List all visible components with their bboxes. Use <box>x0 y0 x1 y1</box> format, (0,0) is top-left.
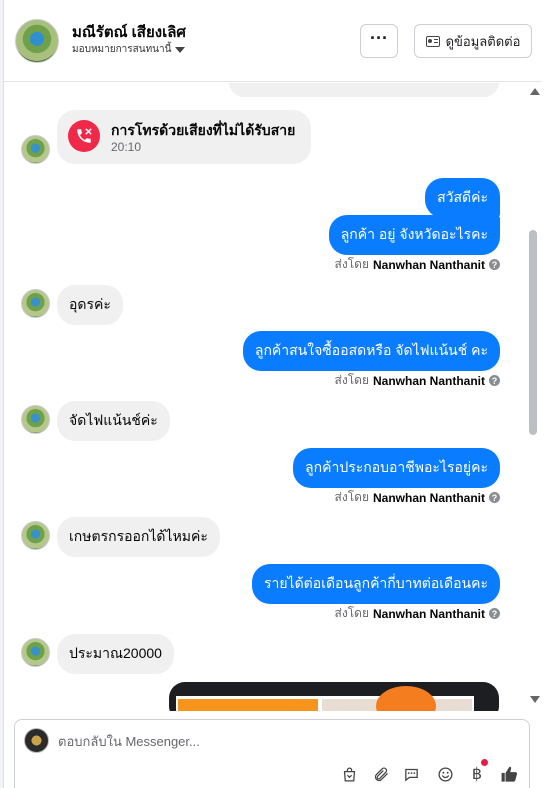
conversation-header: มณีรัตณ์ เสียงเลิศ มอบหมายการสนทนานี้ ··… <box>4 0 542 82</box>
assign-label: มอบหมายการสนทนานี้ <box>72 44 172 55</box>
outgoing-message[interactable]: ลูกค้าประกอบอาชีพอะไรอยู่คะ <box>293 448 500 488</box>
contact-avatar[interactable] <box>15 19 59 63</box>
chat-bubble-icon[interactable] <box>401 764 421 784</box>
contact-avatar-small[interactable] <box>21 521 50 550</box>
more-options-button[interactable]: ··· <box>360 24 398 58</box>
baht-glyph: ฿ <box>471 766 483 783</box>
missed-call-title: การโทรด้วยเสียงที่ไม่ได้รับสาย <box>111 122 296 138</box>
assign-conversation-dropdown[interactable]: มอบหมายการสนทนานี้ <box>72 42 186 57</box>
like-icon[interactable] <box>499 764 519 784</box>
sent-by-name[interactable]: Nanwhan Nanthanit <box>373 374 485 388</box>
incoming-message[interactable]: เกษตรกรออกได้ไหมค่ะ <box>57 517 220 557</box>
sent-by-prefix: ส่งโดย <box>334 373 369 387</box>
reply-composer: ฿ <box>14 719 530 788</box>
contact-avatar-small[interactable] <box>21 638 50 667</box>
reply-input[interactable] <box>58 734 358 749</box>
sent-by-prefix: ส่งโดย <box>334 606 369 620</box>
page-avatar <box>24 728 49 753</box>
contact-card-icon <box>425 35 440 47</box>
missed-call-time: 20:10 <box>111 140 142 154</box>
outgoing-message[interactable]: สวัสดีค่ะ <box>425 178 500 218</box>
sent-by-prefix: ส่งโดย <box>334 257 369 271</box>
message-thread: การโทรด้วยเสียงที่ไม่ได้รับสาย 20:10 สวั… <box>4 83 528 711</box>
scroll-up-arrow-icon[interactable] <box>530 88 540 95</box>
more-label: ··· <box>370 28 388 48</box>
view-contact-button[interactable]: ดูข้อมูลติดต่อ <box>414 24 532 58</box>
attachment-orange-panel <box>178 699 318 711</box>
contact-avatar-small[interactable] <box>21 135 50 164</box>
contact-avatar-small[interactable] <box>21 405 50 434</box>
notification-dot <box>481 759 488 766</box>
sent-by-line: ส่งโดย Nanwhan Nanthanit ? <box>335 488 500 507</box>
missed-call-card[interactable]: การโทรด้วยเสียงที่ไม่ได้รับสาย 20:10 <box>57 110 311 164</box>
emoji-icon[interactable] <box>435 764 455 784</box>
view-contact-label: ดูข้อมูลติดต่อ <box>445 33 521 49</box>
image-attachment[interactable] <box>169 682 499 711</box>
info-icon[interactable]: ? <box>489 375 500 386</box>
shopping-bag-icon[interactable] <box>339 764 359 784</box>
info-icon[interactable]: ? <box>489 608 500 619</box>
scroll-down-arrow-icon[interactable] <box>530 696 540 703</box>
caret-down-icon <box>175 47 186 53</box>
sent-by-name[interactable]: Nanwhan Nanthanit <box>373 491 485 505</box>
incoming-message[interactable]: ประมาณ20000 <box>57 634 174 674</box>
sent-by-name[interactable]: Nanwhan Nanthanit <box>373 607 485 621</box>
outgoing-message[interactable]: ลูกค้าสนใจซื้ออสดหรือ จัดไฟแน้นช์ คะ <box>242 331 500 371</box>
attachment-shape <box>376 686 436 711</box>
missed-call-icon <box>68 120 100 152</box>
incoming-message[interactable]: อุดรค่ะ <box>57 285 123 325</box>
sent-by-line: ส่งโดย Nanwhan Nanthanit ? <box>335 371 500 390</box>
incoming-message[interactable]: จัดไฟแน้นช์ค่ะ <box>57 401 170 441</box>
sent-by-prefix: ส่งโดย <box>334 490 369 504</box>
sent-by-name[interactable]: Nanwhan Nanthanit <box>373 258 485 272</box>
sent-by-line: ส่งโดย Nanwhan Nanthanit ? <box>335 604 500 623</box>
paperclip-icon[interactable] <box>371 764 391 784</box>
baht-icon[interactable]: ฿ <box>467 759 488 784</box>
sent-by-line: ส่งโดย Nanwhan Nanthanit ? <box>335 255 500 274</box>
thread-scrollbar[interactable] <box>528 83 542 711</box>
contact-avatar-small[interactable] <box>21 289 50 318</box>
attachment-preview <box>176 686 474 711</box>
partial-message-bubble <box>229 83 499 97</box>
info-icon[interactable]: ? <box>489 492 500 503</box>
outgoing-message[interactable]: ลูกค้า อยู่ จังหวัดอะไรคะ <box>328 215 500 255</box>
scroll-thumb[interactable] <box>529 230 537 435</box>
outgoing-message[interactable]: รายได้ต่อเดือนลูกค้ากี่บาทต่อเดือนคะ <box>251 564 500 604</box>
contact-name[interactable]: มณีรัตณ์ เสียงเลิศ <box>72 20 186 44</box>
info-icon[interactable]: ? <box>489 259 500 270</box>
